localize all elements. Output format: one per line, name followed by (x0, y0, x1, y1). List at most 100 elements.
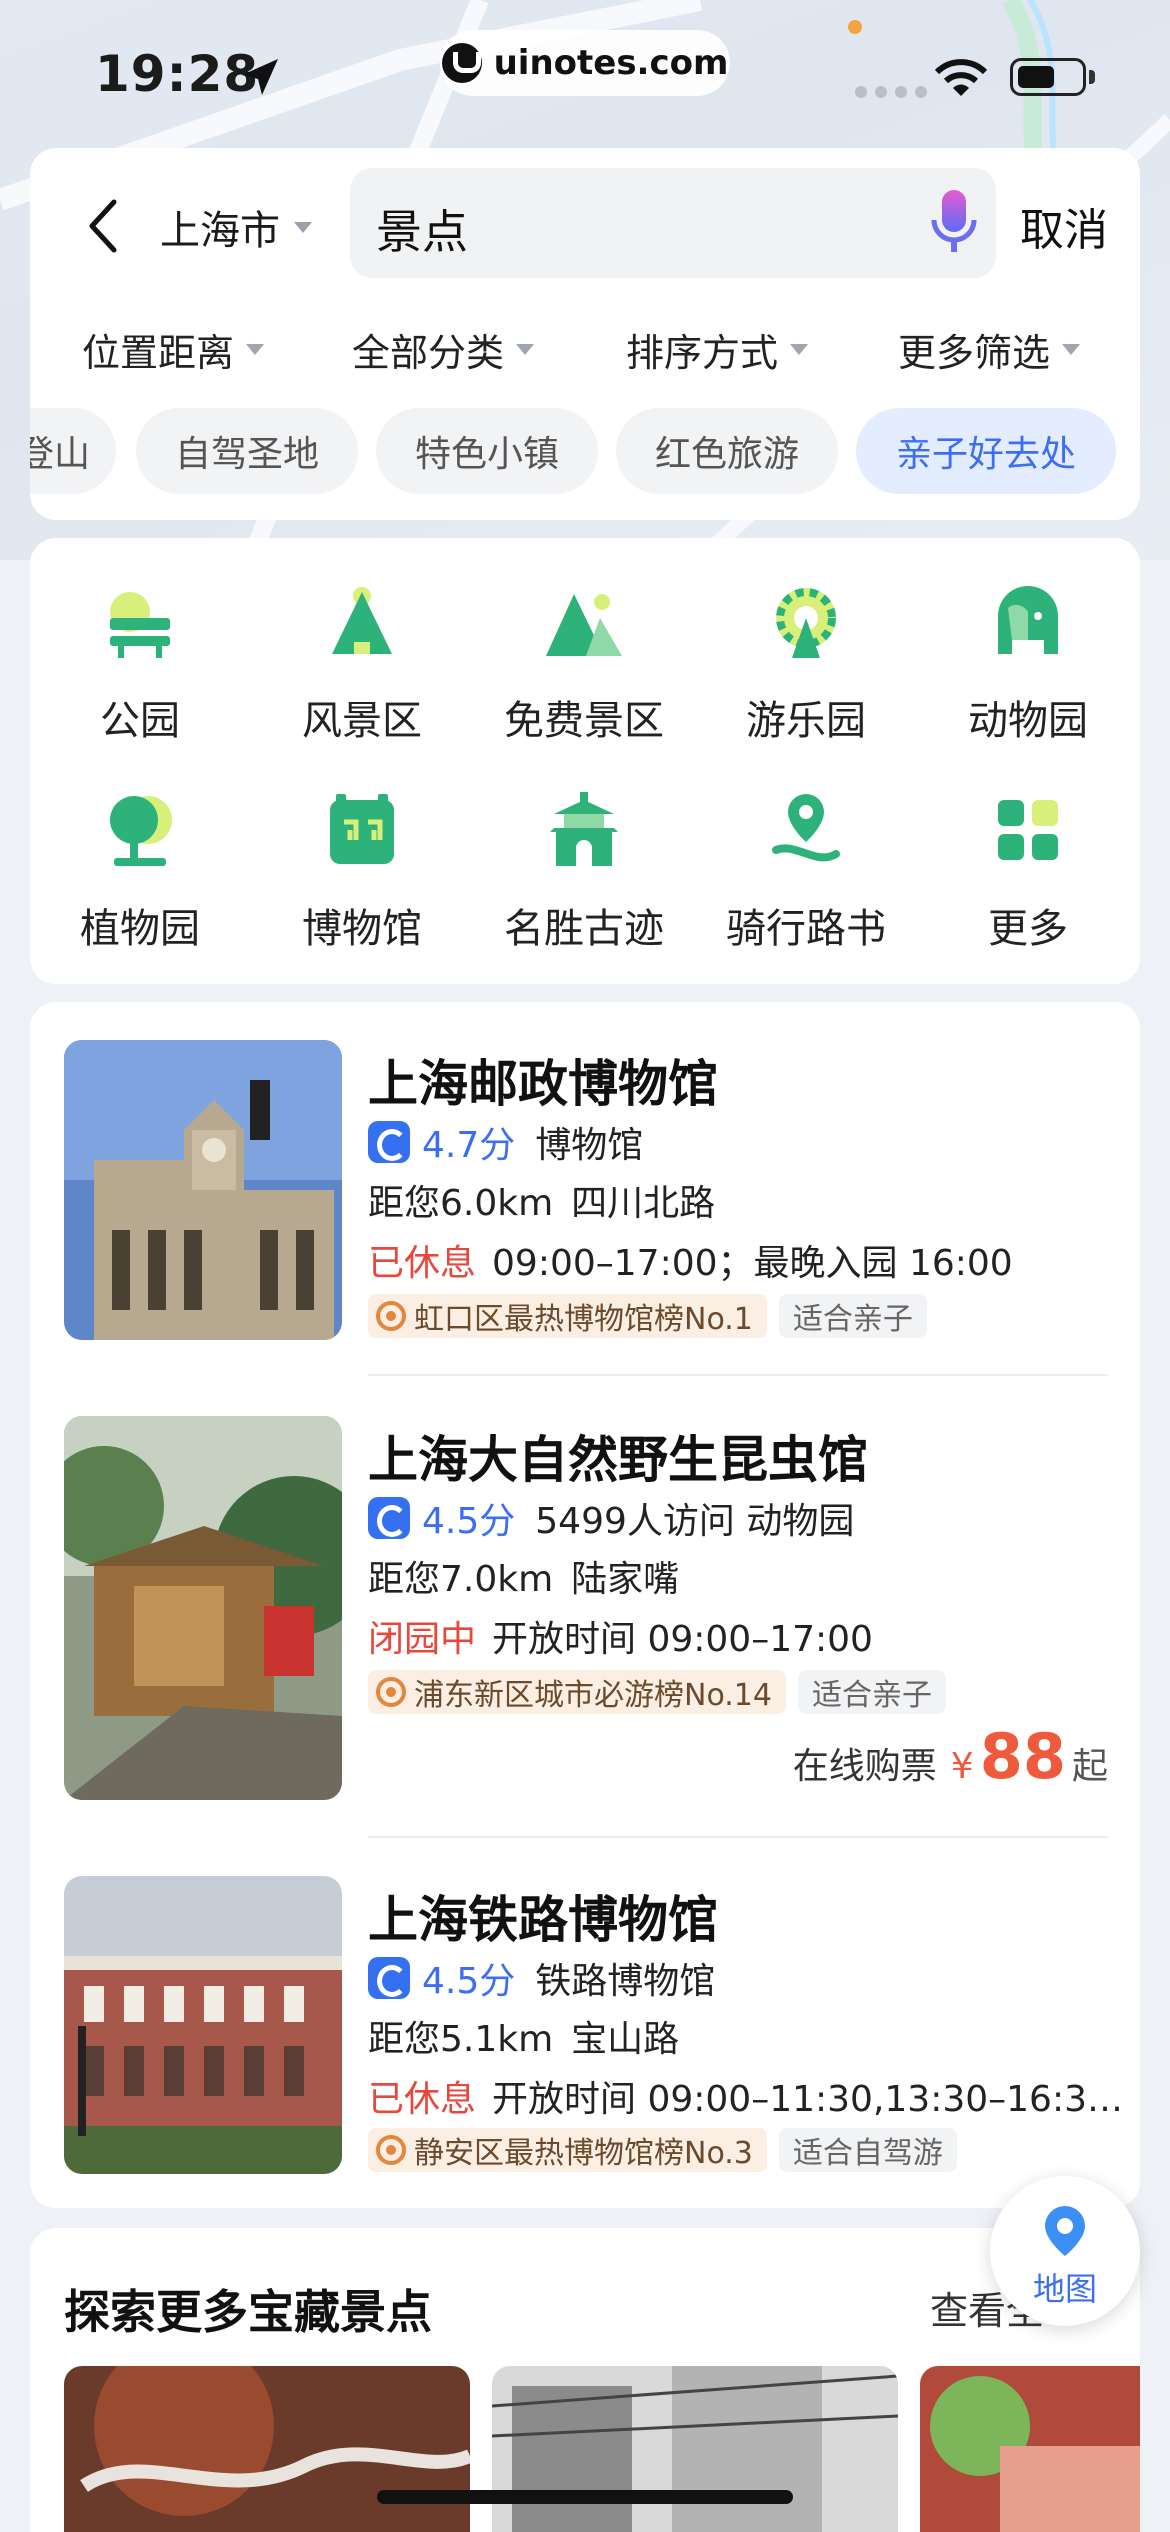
category-botanical[interactable]: 植物园 (40, 790, 240, 990)
chevron-down-icon (294, 221, 312, 233)
open-status: 已休息 (368, 2079, 477, 2120)
map-button[interactable]: 地图 (990, 2176, 1140, 2326)
chip-red-tourism[interactable]: 红色旅游 (616, 408, 838, 494)
category-historic[interactable]: 名胜古迹 (484, 790, 684, 990)
home-indicator[interactable] (377, 2490, 793, 2504)
chip-hiking[interactable]: 登山 (30, 408, 116, 494)
railway-museum-photo (64, 1876, 342, 2174)
poi-location-row: 距您6.0km 四川北路 (368, 1174, 715, 1226)
category-free-scenic[interactable]: 免费景区 (484, 582, 684, 782)
category-label: 游乐园 (746, 698, 866, 744)
category-park[interactable]: 公园 (40, 582, 240, 782)
category-museum[interactable]: 博物馆 (262, 790, 462, 990)
category-amusement[interactable]: 游乐园 (706, 582, 906, 782)
url-text: uinotes.com (493, 43, 729, 83)
category-grid: 公园 风景区 免费景区 游乐园 动物园 植物园 博物馆 名胜古迹 骑行路书 更多 (30, 538, 1140, 984)
explore-card-3[interactable] (920, 2366, 1140, 2532)
category-label: 更多 (988, 906, 1068, 952)
list-item[interactable]: 上海邮政博物馆 4.7分 博物馆 距您6.0km 四川北路 已休息 09:00–… (30, 1002, 1140, 1382)
microphone-icon[interactable] (930, 188, 978, 258)
rank-tag[interactable]: 虹口区最热博物馆榜No.1 (368, 1294, 767, 1338)
poi-distance: 距您7.0km (368, 1559, 554, 1600)
poi-tags: 静安区最热博物馆榜No.3 适合自驾游 (368, 2128, 957, 2172)
route-pin-icon (772, 794, 840, 862)
rating-score: 4.5分 (422, 1501, 516, 1542)
poi-hours-row: 已休息 开放时间 09:00–11:30,13:30–16:3… (368, 2070, 1123, 2122)
price-label: 在线购票 (792, 1746, 937, 1787)
rank-icon (376, 1301, 406, 1331)
list-item[interactable]: 上海铁路博物馆 4.5分 铁路博物馆 距您5.1km 宝山路 已休息 开放时间 … (30, 1838, 1140, 2208)
filter-category[interactable]: 全部分类 (352, 322, 535, 377)
search-panel: 上海市 景点 取消 位置距离 全部分类 排序方式 更多筛选 登山 自驾圣地 特色… (30, 148, 1140, 520)
list-item[interactable]: 上海大自然野生昆虫馆 4.5分 5499人访问 动物园 距您7.0km 陆家嘴 … (30, 1376, 1140, 1836)
search-query: 景点 (376, 205, 468, 259)
elephant-icon (998, 586, 1058, 654)
explore-photo (492, 2366, 898, 2532)
rank-tag[interactable]: 浦东新区城市必游榜No.14 (368, 1670, 786, 1714)
cancel-button[interactable]: 取消 (1020, 194, 1108, 258)
poi-hours: 09:00–17:00；最晚入园 16:00 (492, 1243, 1013, 1284)
scenic-area-icon (332, 587, 392, 654)
poi-distance: 距您6.0km (368, 1183, 554, 1224)
rating-score: 4.7分 (422, 1125, 516, 1166)
city-selector[interactable]: 上海市 (160, 198, 312, 256)
rank-icon (376, 1677, 406, 1707)
battery-icon (1010, 58, 1086, 96)
category-more[interactable]: 更多 (928, 790, 1128, 990)
rank-tag[interactable]: 静安区最热博物馆榜No.3 (368, 2128, 767, 2172)
chevron-down-icon (246, 344, 265, 355)
search-input[interactable]: 景点 (350, 168, 996, 278)
category-label: 公园 (100, 698, 180, 744)
filter-bar: 位置距离 全部分类 排序方式 更多筛选 (30, 298, 1140, 378)
map-pin-icon (1045, 2206, 1085, 2256)
rank-tag-label: 静安区最热博物馆榜No.3 (414, 2136, 753, 2171)
poi-title: 上海邮政博物馆 (368, 1055, 718, 1113)
back-arrow-icon[interactable] (82, 196, 122, 256)
rank-tag-label: 浦东新区城市必游榜No.14 (414, 1678, 772, 1713)
poi-hours: 开放时间 09:00–17:00 (492, 1619, 873, 1660)
uinotes-logo-icon (441, 43, 482, 83)
filter-distance[interactable]: 位置距离 (82, 322, 265, 377)
rank-tag-label: 虹口区最热博物馆榜No.1 (414, 1302, 753, 1337)
grid-more-icon (998, 800, 1058, 860)
filter-label: 排序方式 (626, 331, 779, 375)
battery-cap (1089, 70, 1095, 84)
category-label: 博物馆 (302, 906, 422, 952)
filter-sort[interactable]: 排序方式 (626, 322, 809, 377)
status-bar: 19:28 uinotes.com (0, 0, 1170, 150)
city-label: 上海市 (160, 208, 280, 254)
explore-photo (920, 2366, 1140, 2532)
chevron-down-icon (1062, 344, 1081, 355)
signal-dots-icon (855, 86, 927, 98)
quick-tag-row: 登山 自驾圣地 特色小镇 红色旅游 亲子好去处 (30, 408, 1140, 498)
poi-location-row: 距您5.1km 宝山路 (368, 2010, 679, 2062)
filter-label: 全部分类 (352, 331, 505, 375)
price-suffix: 起 (1071, 1746, 1108, 1787)
poi-rating-row: 4.5分 5499人访问 动物园 (368, 1492, 854, 1544)
open-status: 已休息 (368, 1243, 477, 1284)
category-cycling[interactable]: 骑行路书 (706, 790, 906, 990)
filter-more[interactable]: 更多筛选 (898, 322, 1081, 377)
poi-hours-row: 已休息 09:00–17:00；最晚入园 16:00 (368, 1234, 1013, 1286)
category-scenic[interactable]: 风景区 (262, 582, 462, 782)
poi-hours-row: 闭园中 开放时间 09:00–17:00 (368, 1610, 873, 1662)
tree-icon (110, 796, 172, 866)
mountain-icon (546, 594, 622, 656)
poi-photo (64, 1876, 342, 2174)
price-value: 88 (979, 1720, 1066, 1793)
chip-road-trip[interactable]: 自驾圣地 (136, 408, 358, 494)
explore-card-1[interactable] (64, 2366, 470, 2532)
map-button-label: 地图 (1032, 2270, 1097, 2308)
chip-town[interactable]: 特色小镇 (376, 408, 598, 494)
rating-score: 4.5分 (422, 1961, 516, 2002)
chip-family[interactable]: 亲子好去处 (856, 408, 1116, 494)
chevron-down-icon (516, 344, 535, 355)
poi-tags: 虹口区最热博物馆榜No.1 适合亲子 (368, 1294, 927, 1338)
insect-museum-photo (64, 1416, 342, 1800)
ticket-price[interactable]: 在线购票 ¥ 88 起 (793, 1720, 1108, 1793)
wifi-icon (935, 59, 987, 96)
category-zoo[interactable]: 动物园 (928, 582, 1128, 782)
url-pill[interactable]: uinotes.com (440, 30, 730, 96)
clock: 19:28 (95, 45, 260, 103)
explore-card-2[interactable] (492, 2366, 898, 2532)
